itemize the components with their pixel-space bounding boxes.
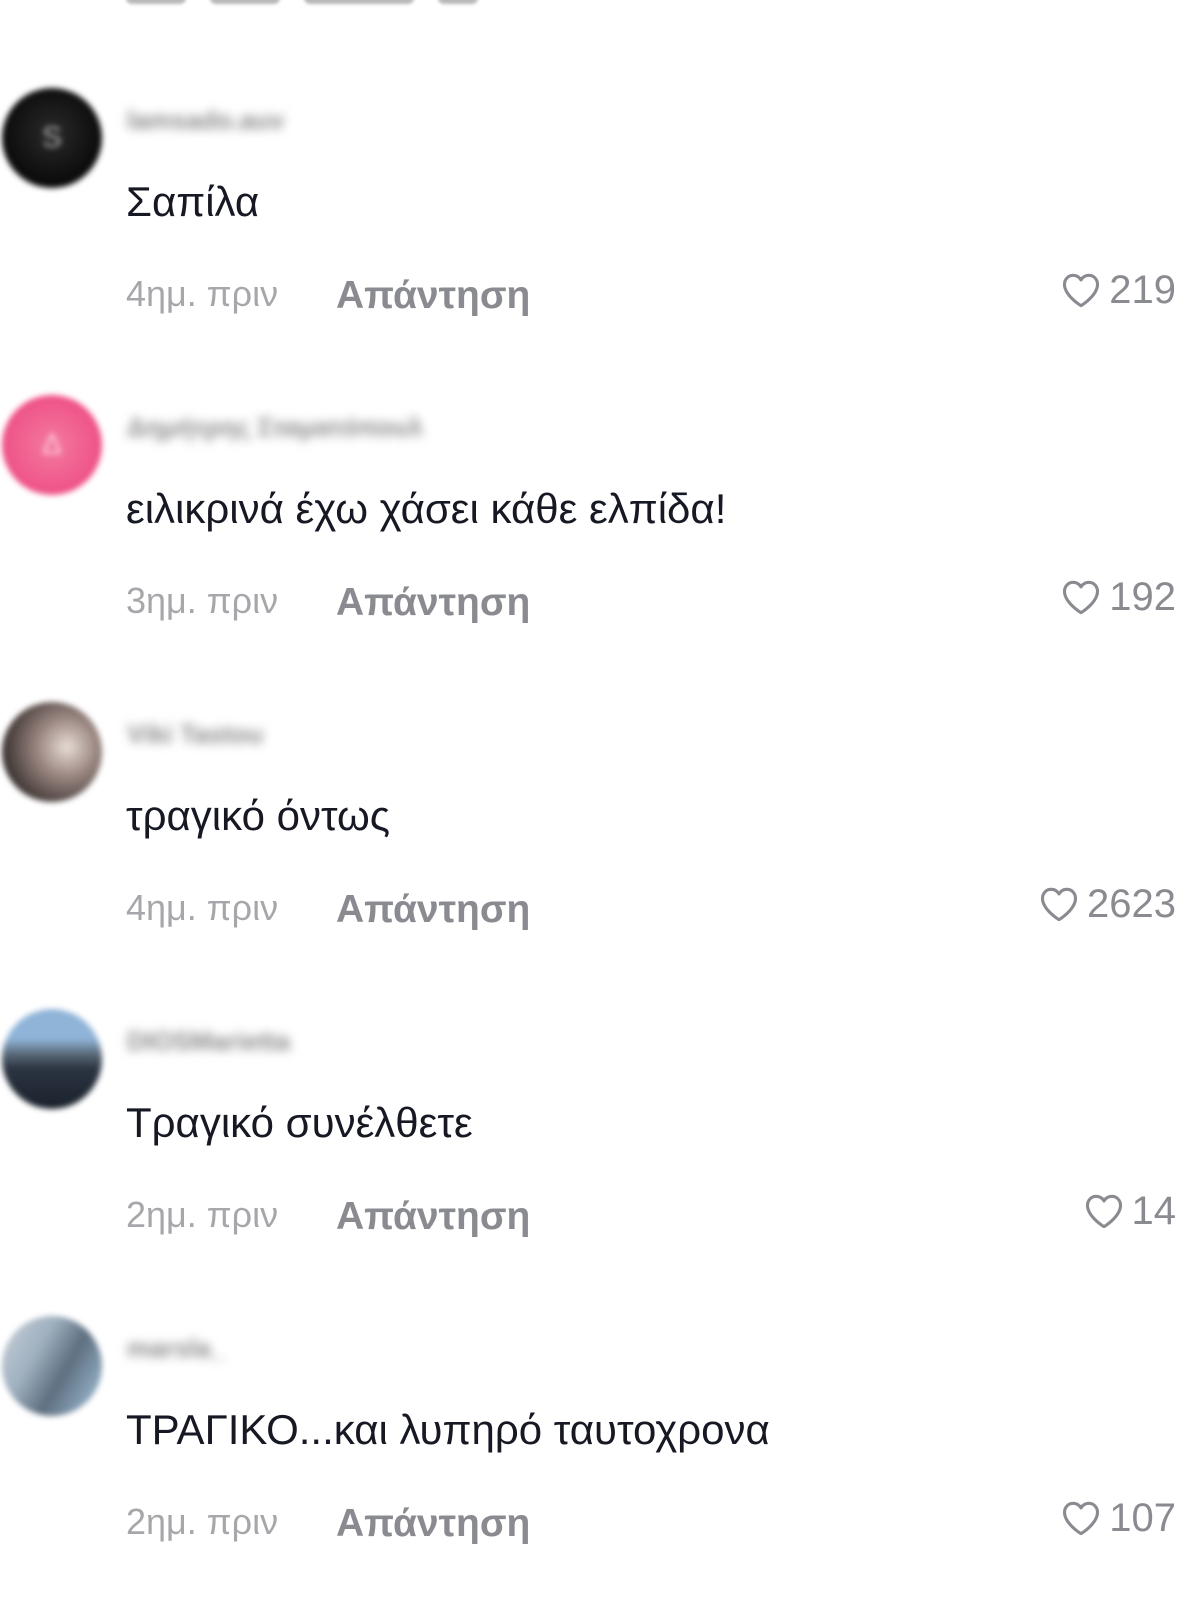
avatar[interactable] <box>2 1316 102 1416</box>
comment-text: ΤΡΑΓΙΚΟ...και λυπηρό ταυτοχρονα <box>126 1406 770 1453</box>
comment-meta: 3ημ. πριν Απάντηση 192 <box>126 575 1176 627</box>
avatar-initial: Δ <box>41 428 63 461</box>
comment-text: ειλικρινά έχω χάσει κάθε ελπίδα! <box>126 485 727 532</box>
comment-text: Σαπίλα <box>126 178 260 225</box>
comment-item: Δ Δημήτρης Σταματόπουλ ειλικρινά έχω χάσ… <box>0 395 1200 702</box>
comment-meta: 2ημ. πριν Απάντηση 107 <box>126 1496 1176 1548</box>
avatar-initial <box>2 702 102 802</box>
avatar-initial <box>2 1316 102 1416</box>
comment-meta: 2ημ. πριν Απάντηση 14 <box>126 1189 1176 1241</box>
like-count: 219 <box>1109 268 1176 312</box>
comment-item: Viki Tastou τραγικό όντως 4ημ. πριν Απάν… <box>0 702 1200 1009</box>
previous-comment-remnant <box>126 0 546 6</box>
like-count: 2623 <box>1087 882 1176 926</box>
comment-meta: 4ημ. πριν Απάντηση 219 <box>126 268 1176 320</box>
comment-text: Τραγικό συνέλθετε <box>126 1099 473 1146</box>
heart-outline-icon <box>1063 1501 1100 1536</box>
like-button[interactable]: 14 <box>1082 1185 1177 1237</box>
heart-outline-icon <box>1063 273 1100 308</box>
like-button[interactable]: 2623 <box>1037 878 1176 930</box>
comment-timestamp: 2ημ. πριν <box>126 1194 279 1235</box>
comment-item: S lamsado.auv Σαπίλα 4ημ. πριν Απάντηση … <box>0 88 1200 395</box>
like-button[interactable]: 219 <box>1059 264 1176 316</box>
avatar-initial: S <box>41 121 62 154</box>
heart-outline-icon <box>1040 887 1078 922</box>
comment-username[interactable]: Viki Tastou <box>127 719 263 749</box>
comment-timestamp: 4ημ. πριν <box>126 887 279 928</box>
comment-item: marsla_ ΤΡΑΓΙΚΟ...και λυπηρό ταυτοχρονα … <box>0 1316 1200 1623</box>
comment-timestamp: 3ημ. πριν <box>126 580 279 621</box>
reply-button[interactable]: Απάντηση <box>336 1191 530 1243</box>
avatar[interactable] <box>2 702 102 802</box>
like-count: 107 <box>1109 1496 1176 1540</box>
comment-timestamp: 2ημ. πριν <box>126 1501 279 1542</box>
like-count: 14 <box>1131 1189 1177 1233</box>
like-button[interactable]: 192 <box>1059 571 1176 623</box>
avatar[interactable]: Δ <box>2 395 102 495</box>
comment-list: S lamsado.auv Σαπίλα 4ημ. πριν Απάντηση … <box>0 88 1200 1623</box>
comment-username[interactable]: lamsado.auv <box>127 105 285 135</box>
reply-button[interactable]: Απάντηση <box>336 884 530 936</box>
comment-username[interactable]: Δημήτρης Σταματόπουλ <box>127 412 423 442</box>
comment-meta: 4ημ. πριν Απάντηση 2623 <box>126 882 1176 934</box>
reply-button[interactable]: Απάντηση <box>336 1498 530 1550</box>
reply-button[interactable]: Απάντηση <box>336 577 530 629</box>
heart-outline-icon <box>1063 580 1100 615</box>
heart-outline-icon <box>1085 1194 1122 1229</box>
comment-text: τραγικό όντως <box>126 792 390 839</box>
avatar-initial <box>2 1009 102 1109</box>
like-count: 192 <box>1109 575 1176 619</box>
reply-button[interactable]: Απάντηση <box>336 270 530 322</box>
avatar[interactable]: S <box>2 88 102 188</box>
comment-username[interactable]: DIOSMarietta <box>127 1026 290 1056</box>
comment-item: DIOSMarietta Τραγικό συνέλθετε 2ημ. πριν… <box>0 1009 1200 1316</box>
comment-username[interactable]: marsla_ <box>127 1333 225 1363</box>
like-button[interactable]: 107 <box>1059 1492 1176 1544</box>
avatar[interactable] <box>2 1009 102 1109</box>
comment-timestamp: 4ημ. πριν <box>126 273 279 314</box>
